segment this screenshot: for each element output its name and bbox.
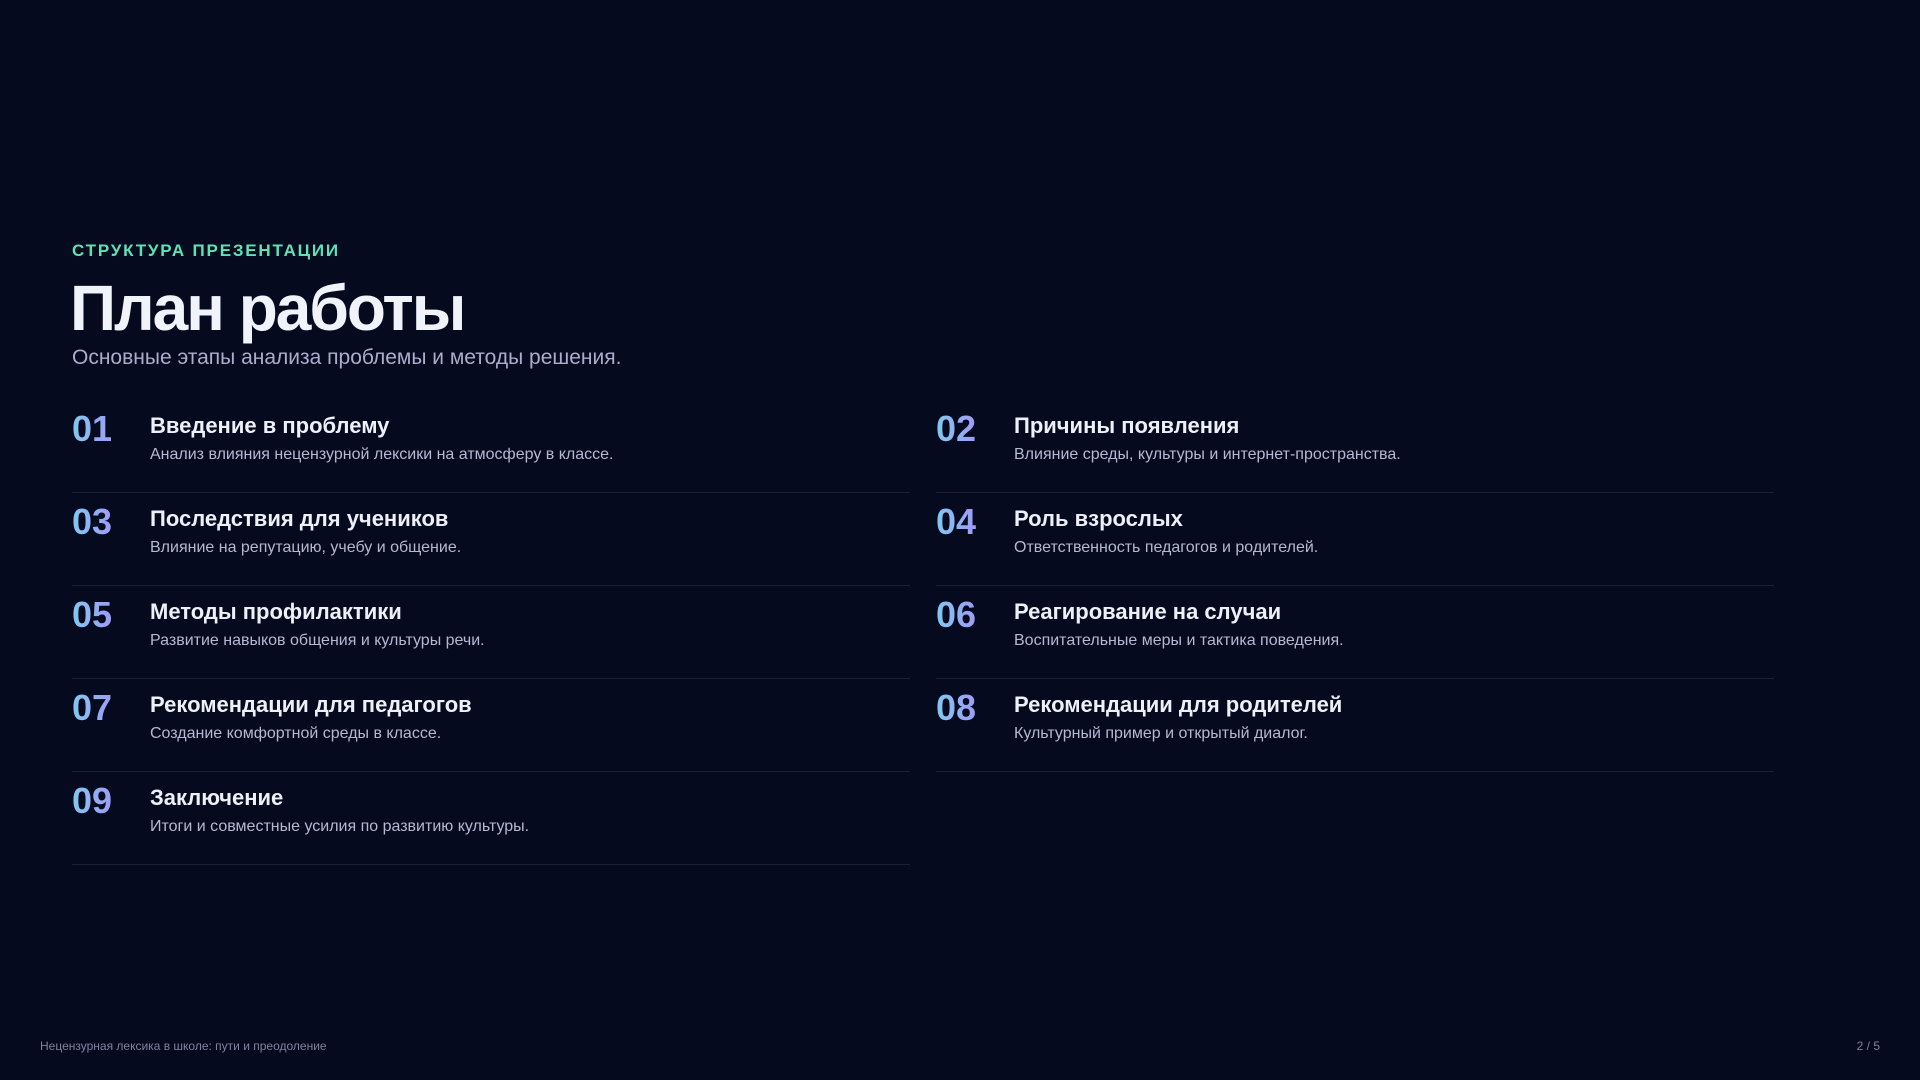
agenda-item-02: 02 Причины появления Влияние среды, куль…: [936, 400, 1774, 493]
agenda-item-07: 07 Рекомендации для педагогов Создание к…: [72, 679, 910, 772]
agenda-list: 01 Введение в проблему Анализ влияния не…: [72, 400, 1774, 865]
agenda-item-number: 07: [72, 687, 113, 728]
agenda-item-description: Культурный пример и открытый диалог.: [1014, 725, 1308, 742]
agenda-item-title: Методы профилактики: [150, 599, 402, 624]
agenda-item-description: Влияние среды, культуры и интернет-прост…: [1014, 446, 1401, 463]
agenda-item-title: Рекомендации для родителей: [1014, 692, 1343, 717]
agenda-item-03: 03 Последствия для учеников Влияние на р…: [72, 493, 910, 586]
agenda-item-title: Рекомендации для педагогов: [150, 692, 472, 717]
agenda-item-description: Воспитательные меры и тактика поведения.: [1014, 632, 1344, 649]
agenda-item-title: Последствия для учеников: [150, 506, 449, 531]
section-eyebrow: СТРУКТУРА ПРЕЗЕНТАЦИИ: [72, 241, 340, 260]
agenda-item-description: Развитие навыков общения и культуры речи…: [150, 632, 485, 649]
agenda-item-description: Влияние на репутацию, учебу и общение.: [150, 539, 462, 556]
agenda-item-08: 08 Рекомендации для родителей Культурный…: [936, 679, 1774, 772]
footer-page-indicator: 2 / 5: [1856, 1039, 1880, 1053]
agenda-item-09: 09 Заключение Итоги и совместные усилия …: [72, 772, 910, 865]
agenda-item-title: Заключение: [150, 785, 284, 810]
agenda-item-number: 05: [72, 594, 113, 635]
agenda-item-number: 08: [936, 687, 977, 728]
agenda-item-number: 06: [936, 594, 977, 635]
agenda-item-04: 04 Роль взрослых Ответственность педагог…: [936, 493, 1774, 586]
agenda-item-01: 01 Введение в проблему Анализ влияния не…: [72, 400, 910, 493]
agenda-item-number: 03: [72, 501, 113, 542]
page-subtitle: Основные этапы анализа проблемы и методы…: [72, 346, 622, 369]
agenda-item-number: 04: [936, 501, 977, 542]
agenda-item-title: Реагирование на случаи: [1014, 599, 1282, 624]
slide: СТРУКТУРА ПРЕЗЕНТАЦИИ План работы Основн…: [0, 0, 1920, 1080]
agenda-item-description: Ответственность педагогов и родителей.: [1014, 539, 1319, 556]
agenda-item-description: Итоги и совместные усилия по развитию ку…: [150, 818, 530, 835]
agenda-item-description: Анализ влияния нецензурной лексики на ат…: [150, 446, 614, 463]
agenda-item-05: 05 Методы профилактики Развитие навыков …: [72, 586, 910, 679]
agenda-item-number: 01: [72, 408, 113, 449]
agenda-item-title: Причины появления: [1014, 413, 1240, 438]
agenda-item-title: Роль взрослых: [1014, 506, 1183, 531]
agenda-item-number: 09: [72, 780, 113, 821]
page-title: План работы: [70, 272, 466, 344]
agenda-item-06: 06 Реагирование на случаи Воспитательные…: [936, 586, 1774, 679]
agenda-item-description: Создание комфортной среды в классе.: [150, 725, 442, 742]
footer-deck-title: Нецензурная лексика в школе: пути и прео…: [40, 1039, 327, 1053]
agenda-item-number: 02: [936, 408, 977, 449]
agenda-item-title: Введение в проблему: [150, 413, 390, 438]
